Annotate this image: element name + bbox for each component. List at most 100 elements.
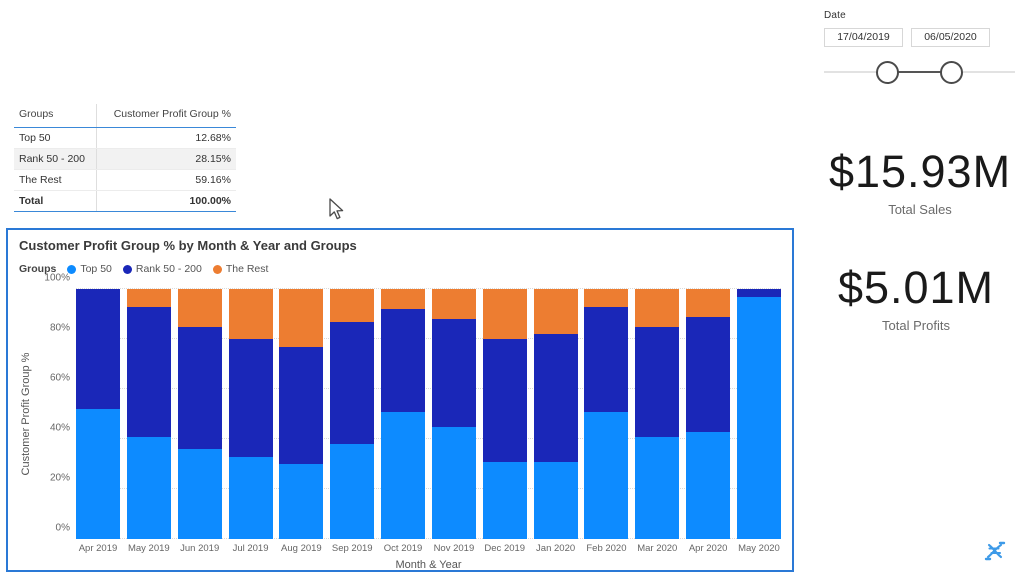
legend-label: Top 50: [80, 263, 112, 275]
y-axis-tick-label: 20%: [49, 472, 70, 484]
chart-title: Customer Profit Group % by Month & Year …: [19, 238, 357, 253]
bar-segment[interactable]: [381, 411, 426, 539]
legend-item-top-50[interactable]: Top 50: [67, 263, 112, 275]
bar-segment[interactable]: [279, 464, 324, 539]
bar-column[interactable]: [330, 289, 375, 539]
bar-segment[interactable]: [686, 316, 731, 432]
cell-total-value: 100.00%: [95, 190, 236, 212]
x-axis-tick-label: Dec 2019: [484, 543, 526, 554]
bar-segment[interactable]: [584, 289, 629, 307]
cell-group-name: Rank 50 - 200: [14, 148, 97, 170]
helix-logo-icon: [975, 540, 1015, 572]
chart-plot-area: Customer Profit Group % 0% 20% 40% 60% 80% 10…: [20, 273, 781, 539]
bar-segment[interactable]: [330, 444, 375, 539]
bar-segment[interactable]: [635, 436, 680, 539]
bar-segment[interactable]: [177, 326, 222, 449]
bar-column[interactable]: [381, 289, 426, 539]
bar-segment[interactable]: [533, 334, 578, 462]
bar-segment[interactable]: [330, 289, 375, 322]
stacked-column-chart-visual[interactable]: Customer Profit Group % by Month & Year …: [6, 228, 794, 572]
bar-column[interactable]: [126, 289, 171, 539]
slider-handle-start[interactable]: [876, 61, 899, 84]
date-slicer[interactable]: Date 17/04/2019 06/05/2020: [824, 10, 1024, 88]
bar-segment[interactable]: [228, 456, 273, 539]
x-axis-tick-label: Jun 2019: [180, 543, 220, 554]
profit-table-element: Groups Customer Profit Group % Top 50 12…: [14, 104, 236, 212]
y-axis-tick-label: 0%: [55, 522, 70, 534]
bar-segment[interactable]: [686, 431, 731, 539]
date-end-input[interactable]: 06/05/2020: [911, 28, 990, 47]
bar-segment[interactable]: [584, 306, 629, 412]
bar-column[interactable]: [482, 289, 527, 539]
legend-label: Rank 50 - 200: [135, 263, 202, 275]
bar-segment[interactable]: [76, 289, 120, 409]
kpi-value-total-sales: $15.93M: [828, 146, 1012, 197]
bar-segment[interactable]: [76, 409, 120, 539]
bar-segment[interactable]: [482, 289, 527, 339]
bar-segment[interactable]: [126, 436, 171, 539]
table-row[interactable]: Rank 50 - 200 28.15%: [14, 148, 236, 170]
bar-segment[interactable]: [533, 461, 578, 539]
x-axis-tick-label: Aug 2019: [281, 543, 322, 554]
bar-segment[interactable]: [381, 289, 426, 309]
bar-segment[interactable]: [736, 289, 781, 297]
table-row[interactable]: Top 50 12.68%: [14, 127, 236, 149]
bar-segment[interactable]: [635, 289, 680, 327]
bar-segment[interactable]: [686, 289, 731, 317]
kpi-card-total-profits[interactable]: $5.01M Total Profits: [812, 262, 1020, 334]
column-header-groups[interactable]: Groups: [14, 104, 97, 128]
legend-item-rank-50-200[interactable]: Rank 50 - 200: [122, 263, 202, 275]
bar-column[interactable]: [228, 289, 273, 539]
legend-item-the-rest[interactable]: The Rest: [212, 263, 268, 275]
bar-column[interactable]: [736, 289, 781, 539]
slider-handle-end[interactable]: [940, 61, 963, 84]
x-axis-tick-label: Feb 2020: [586, 543, 627, 554]
cell-group-name: Top 50: [14, 127, 97, 149]
bar-segment[interactable]: [279, 346, 324, 464]
bar-segment[interactable]: [279, 289, 324, 347]
bar-segment[interactable]: [177, 449, 222, 539]
customer-profit-group-table[interactable]: Groups Customer Profit Group % Top 50 12…: [14, 104, 236, 212]
report-canvas: Date 17/04/2019 06/05/2020 Groups Custom…: [0, 0, 1024, 576]
date-start-input[interactable]: 17/04/2019: [824, 28, 903, 47]
bar-column[interactable]: [686, 289, 731, 539]
bar-segment[interactable]: [533, 289, 578, 334]
table-row[interactable]: The Rest 59.16%: [14, 169, 236, 191]
bar-segment[interactable]: [482, 461, 527, 539]
bar-column[interactable]: [279, 289, 324, 539]
bar-segment[interactable]: [228, 289, 273, 339]
bar-column[interactable]: [431, 289, 476, 539]
date-slicer-track[interactable]: [824, 58, 1015, 88]
bar-segment[interactable]: [126, 289, 171, 307]
kpi-value-total-profits: $5.01M: [837, 262, 995, 313]
bar-segment[interactable]: [431, 319, 476, 427]
column-header-profit-pct[interactable]: Customer Profit Group %: [95, 104, 236, 128]
bar-segment[interactable]: [431, 289, 476, 319]
cell-group-value: 12.68%: [95, 127, 236, 149]
x-axis-tick-labels: Apr 2019 May 2019 Jun 2019 Jul 2019 Aug 2019…: [76, 543, 781, 554]
bar-column[interactable]: [533, 289, 578, 539]
bar-segment[interactable]: [228, 339, 273, 457]
x-axis-tick-label: Mar 2020: [637, 543, 678, 554]
mouse-pointer-icon: [328, 198, 346, 222]
bar-segment[interactable]: [330, 321, 375, 444]
bar-segment[interactable]: [381, 309, 426, 412]
bar-segment[interactable]: [635, 326, 680, 437]
bar-segment[interactable]: [482, 339, 527, 462]
bar-column[interactable]: [76, 289, 120, 539]
bar-segment[interactable]: [126, 306, 171, 437]
bar-column[interactable]: [177, 289, 222, 539]
bar-column[interactable]: [584, 289, 629, 539]
bar-column[interactable]: [635, 289, 680, 539]
bar-segment[interactable]: [736, 296, 781, 539]
x-axis-tick-label: Oct 2019: [383, 543, 423, 554]
kpi-card-total-sales[interactable]: $15.93M Total Sales: [816, 146, 1024, 218]
y-axis-tick-label: 40%: [49, 422, 70, 434]
bar-segment[interactable]: [584, 411, 629, 539]
x-axis-tick-label: May 2019: [127, 543, 170, 554]
table-total-row: Total 100.00%: [14, 190, 236, 212]
bar-segment[interactable]: [431, 426, 476, 539]
x-axis-tick-label: Apr 2019: [78, 543, 118, 554]
y-axis-tick-label: 60%: [49, 372, 70, 384]
bar-segment[interactable]: [177, 289, 222, 327]
